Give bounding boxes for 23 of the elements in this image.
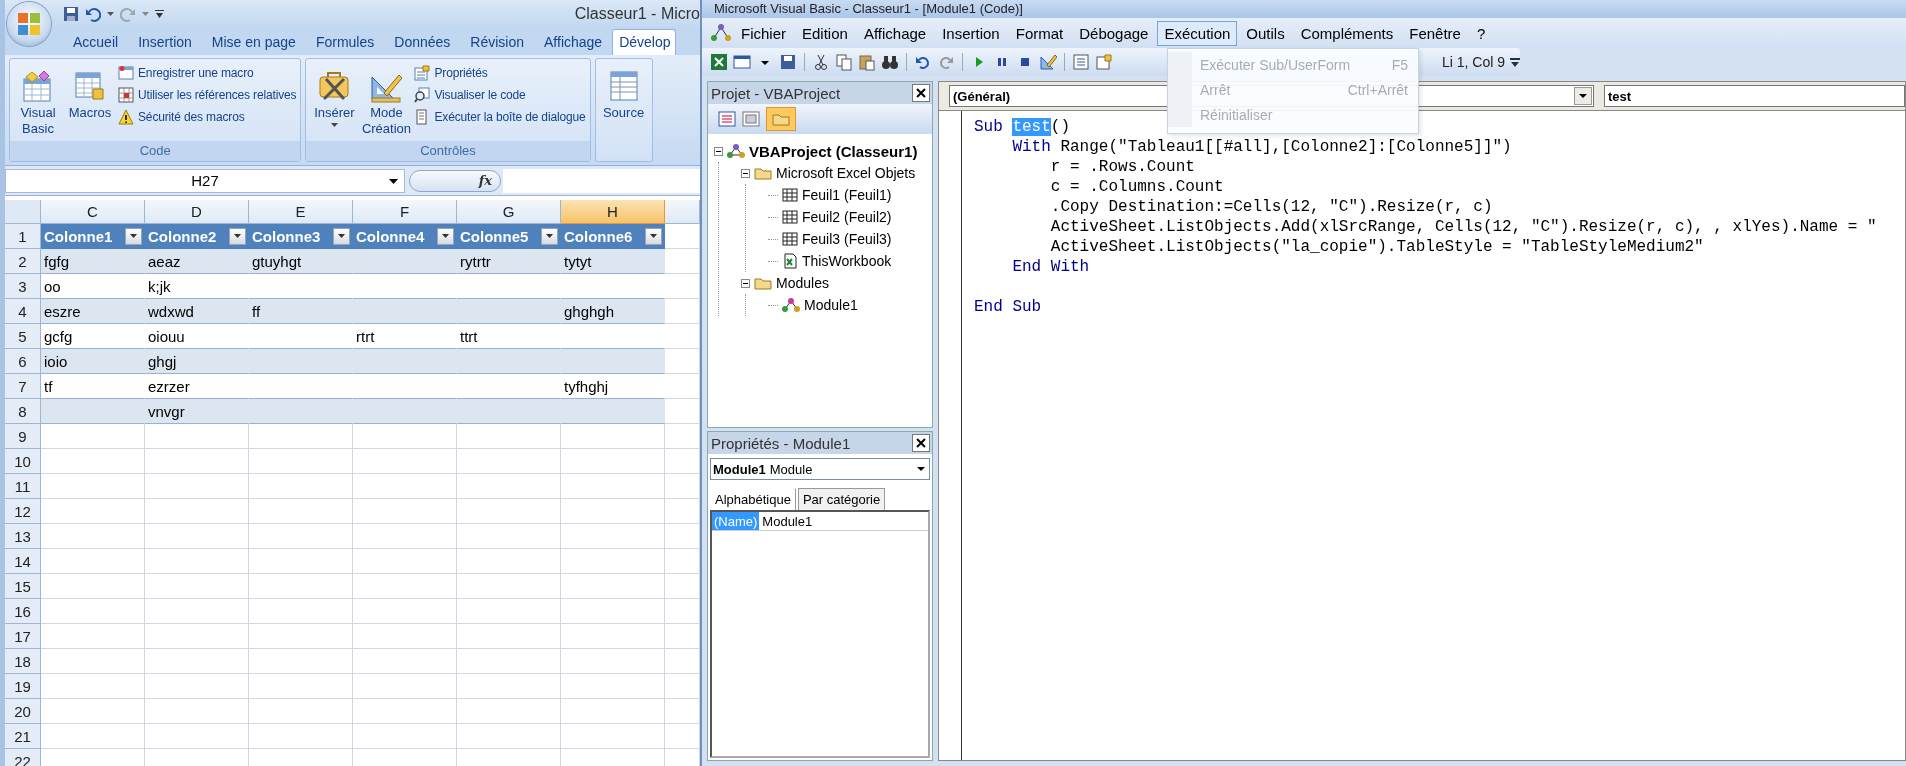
pane-title: Propriétés - Module1 xyxy=(711,434,851,452)
code-line: End Sub xyxy=(974,297,1042,317)
pane-title: Projet - VBAProject xyxy=(711,84,841,102)
table-cell: vnvgr xyxy=(145,399,249,424)
window-title: Classeur1 - Micro xyxy=(574,5,700,23)
code-line: .Copy Destination:=Cells(12, "C").Resize(r, c) xyxy=(1049,197,1493,217)
table-header: Colonne2 xyxy=(145,224,249,249)
table-header: Colonne6 xyxy=(561,224,665,249)
group-title: Contrôles xyxy=(306,141,590,161)
code-line: ActiveSheet.ListObjects.Add(xlSrcRange, Cells(12, "C").Resize(r, c), , xlYes).Name = " xyxy=(1049,217,1877,237)
table-header: Colonne3 xyxy=(249,224,353,249)
code-line: End With xyxy=(1011,257,1090,277)
table-header: Colonne4 xyxy=(353,224,457,249)
cursor-position: Li 1, Col 9 xyxy=(1441,54,1505,70)
code-line: Sub test() xyxy=(974,117,1070,137)
table-header: Colonne5 xyxy=(457,224,561,249)
code-line: r = .Rows.Count xyxy=(1049,157,1195,177)
window-title: Microsoft Visual Basic - Classeur1 - [Module1 (Code)] xyxy=(702,0,1906,18)
code-line: With Range("Tableau1[[#all],[Colonne2]:[Colonne5]]") xyxy=(1011,137,1512,157)
code-line: ActiveSheet.ListObjects("la_copie").TableStyle = "TableStyleMedium2" xyxy=(1049,237,1704,257)
code-line: c = .Columns.Count xyxy=(1049,177,1224,197)
table-header: Colonne1 xyxy=(41,224,145,249)
group-title: Code xyxy=(10,141,301,161)
